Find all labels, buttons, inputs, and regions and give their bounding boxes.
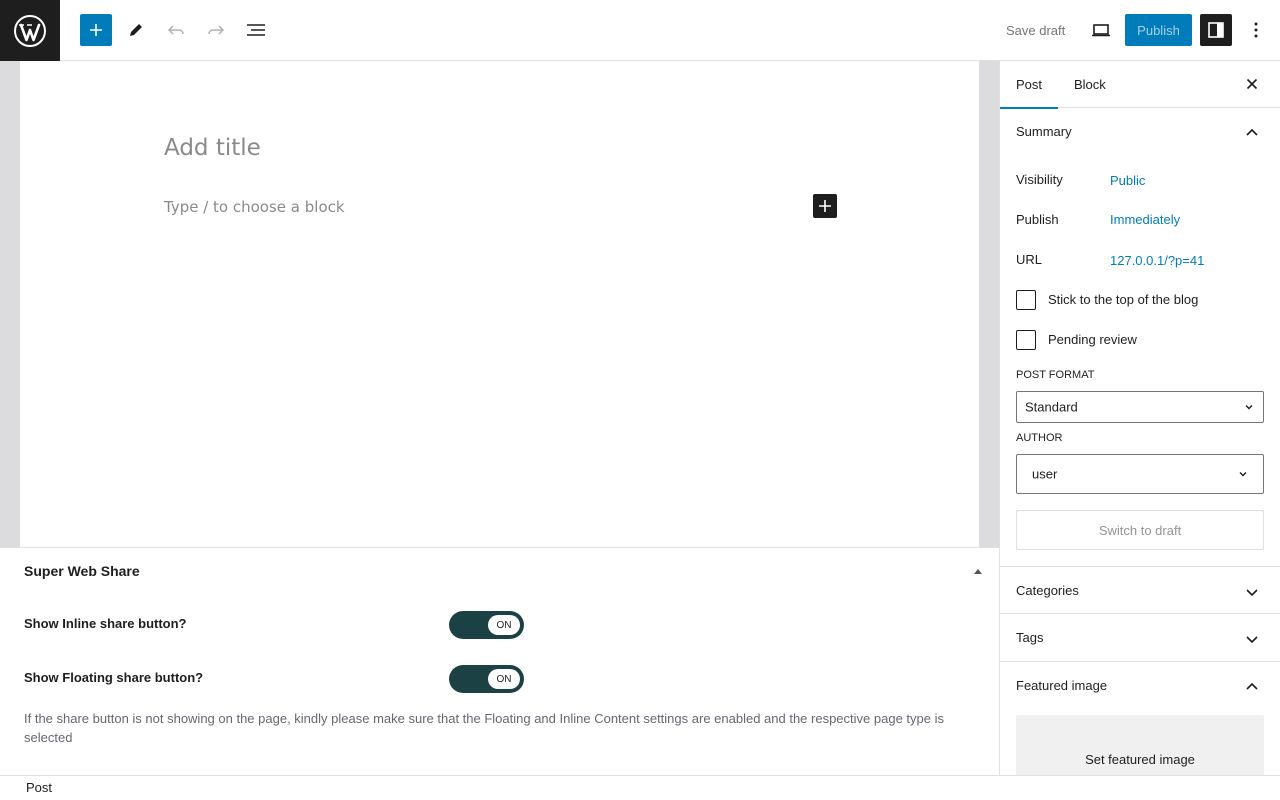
inline-share-toggle[interactable]: ON: [449, 611, 524, 639]
toggle-state: ON: [488, 615, 520, 635]
publish-date-toggle[interactable]: Immediately: [1110, 212, 1180, 227]
options-button[interactable]: [1240, 14, 1272, 46]
chevron-down-icon: [1239, 472, 1247, 477]
featured-image-panel-header[interactable]: Featured image: [1000, 662, 1280, 710]
post-format-caption: POST FORMAT: [1016, 369, 1095, 381]
chevron-up-icon: [1246, 128, 1258, 136]
floating-share-label: Show Floating share button?: [24, 670, 204, 685]
featured-image-panel-title: Featured image: [1016, 678, 1108, 693]
author-value: user: [1032, 466, 1058, 482]
summary-panel-title: Summary: [1016, 124, 1072, 139]
redo-icon: [208, 25, 225, 35]
author-select[interactable]: user: [1016, 454, 1264, 494]
wordpress-logo-icon[interactable]: [0, 0, 60, 61]
metabox-help-text: If the share button is not showing on th…: [24, 711, 944, 745]
editor-header: Save draft Publish: [0, 0, 1280, 61]
editor-canvas-wrapper: Add title Type / to choose a block: [0, 61, 999, 548]
editor-canvas[interactable]: Add title Type / to choose a block: [20, 61, 979, 548]
post-format-select[interactable]: Standard: [1016, 391, 1264, 423]
pencil-icon: [130, 24, 142, 36]
publish-label: Publish: [1016, 212, 1059, 227]
inline-add-block-button[interactable]: [813, 194, 837, 218]
close-icon: [1246, 78, 1258, 90]
tags-panel-title: Tags: [1016, 630, 1044, 645]
tab-post[interactable]: Post: [1000, 61, 1059, 109]
post-format-value: Standard: [1025, 399, 1078, 415]
author-caption: AUTHOR: [1016, 432, 1063, 444]
triangle-up-icon: [974, 569, 982, 574]
settings-sidebar: Post Block Summary Visibility Public Pub…: [999, 61, 1280, 775]
tools-button[interactable]: [120, 14, 152, 46]
pending-review-label: Pending review: [1048, 332, 1137, 347]
metabox-title: Super Web Share: [24, 563, 140, 579]
add-block-button[interactable]: [80, 14, 112, 46]
sidebar-toggle-icon: [1208, 22, 1224, 38]
tab-block[interactable]: Block: [1074, 61, 1106, 108]
undo-icon: [167, 25, 184, 35]
visibility-toggle[interactable]: Public: [1110, 173, 1145, 188]
set-featured-image-label: Set featured image: [1085, 752, 1195, 767]
categories-panel-header[interactable]: Categories: [1000, 566, 1280, 614]
inline-share-label: Show Inline share button?: [24, 616, 187, 631]
publish-button[interactable]: Publish: [1125, 14, 1192, 46]
floating-share-toggle[interactable]: ON: [449, 665, 524, 693]
sticky-label: Stick to the top of the blog: [1048, 292, 1199, 307]
metabox-collapse-toggle[interactable]: [970, 565, 986, 577]
pending-review-checkbox[interactable]: [1016, 330, 1036, 350]
sticky-checkbox[interactable]: [1016, 290, 1036, 310]
chevron-down-icon: [1246, 589, 1258, 597]
preview-button[interactable]: [1085, 14, 1117, 46]
breadcrumb[interactable]: Post: [26, 780, 52, 795]
sidebar-tabs: Post Block: [1000, 61, 1280, 109]
summary-panel-header[interactable]: Summary: [1000, 108, 1280, 156]
plus-icon: [90, 24, 102, 36]
tags-panel-header[interactable]: Tags: [1000, 614, 1280, 662]
editor-footer: Post: [0, 775, 1280, 800]
more-vertical-icon: [1254, 22, 1258, 38]
redo-button[interactable]: [200, 14, 232, 46]
list-view-icon: [247, 24, 265, 36]
visibility-label: Visibility: [1016, 172, 1063, 187]
post-title-input[interactable]: Add title: [164, 135, 261, 161]
url-toggle[interactable]: 127.0.0.1/?p=41: [1110, 253, 1204, 268]
super-web-share-metabox: Super Web Share Show Inline share button…: [0, 547, 999, 775]
chevron-down-icon: [1246, 636, 1258, 644]
save-draft-button[interactable]: Save draft: [997, 14, 1074, 46]
settings-button[interactable]: [1200, 14, 1232, 46]
plus-icon: [819, 200, 831, 212]
switch-to-draft-button[interactable]: Switch to draft: [1016, 510, 1264, 550]
url-label: URL: [1016, 252, 1043, 267]
set-featured-image-button[interactable]: Set featured image: [1016, 715, 1264, 775]
desktop-icon: [1092, 24, 1110, 37]
chevron-down-icon: [1245, 405, 1253, 410]
undo-button[interactable]: [160, 14, 192, 46]
list-view-button[interactable]: [240, 14, 272, 46]
toggle-state: ON: [488, 669, 520, 689]
chevron-up-icon: [1246, 682, 1258, 690]
default-block-appender[interactable]: Type / to choose a block: [164, 198, 345, 216]
categories-panel-title: Categories: [1016, 583, 1079, 598]
close-sidebar-button[interactable]: [1244, 76, 1260, 92]
